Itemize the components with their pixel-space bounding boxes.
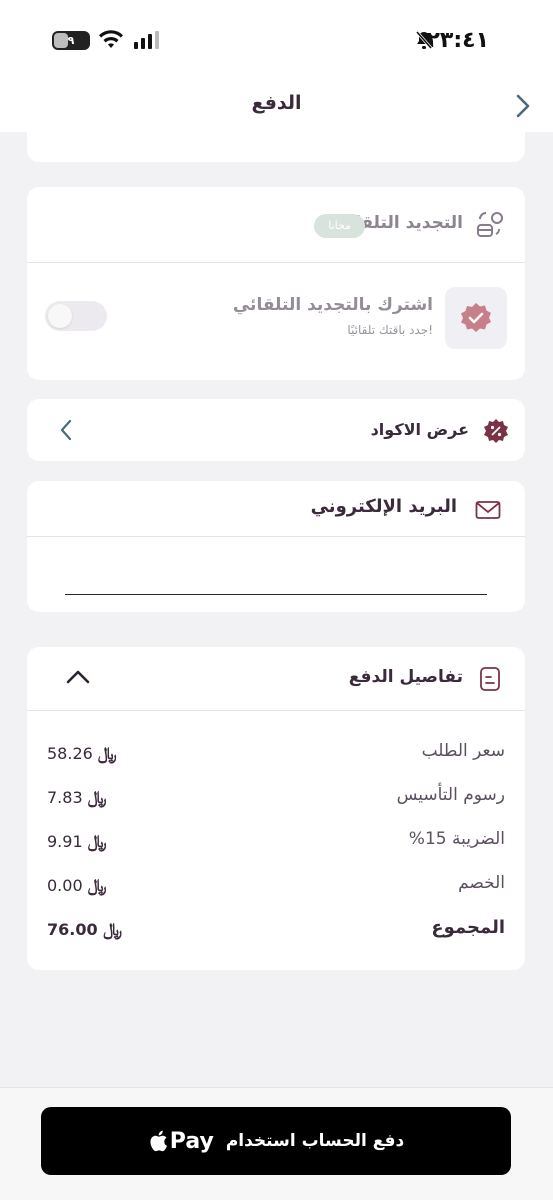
email-title: البريد الإلكتروني — [310, 496, 457, 517]
subscribe-title: اشترك بالتجديد التلقائي — [232, 295, 433, 315]
checkout-bar: Pay دفع الحساب استخدام — [0, 1087, 553, 1200]
subscribe-icon-box — [445, 287, 507, 349]
email-card: البريد الإلكتروني — [27, 481, 525, 612]
row-value: ﷼ 9.91 — [47, 832, 107, 852]
apple-pay-brand-text: Pay — [169, 1128, 214, 1154]
battery-icon: ٩ — [52, 31, 90, 50]
riyal-currency-icon: ﷼ — [97, 744, 117, 764]
auto-renew-card: التجديد التلقائي مجانا اشترك بالتجديد ال… — [27, 187, 525, 380]
checkout-label: دفع الحساب استخدام — [225, 1131, 405, 1151]
chevron-left-icon — [60, 419, 72, 441]
auto-renew-toggle[interactable] — [45, 301, 107, 331]
chevron-up-icon[interactable] — [65, 669, 91, 685]
view-codes-card[interactable]: عرض الاكواد — [27, 399, 525, 461]
apple-pay-button[interactable]: Pay دفع الحساب استخدام — [41, 1107, 511, 1175]
payment-details-card: تفاصيل الدفع سعر الطلب ﷼ 58.26 رسوم التأ… — [27, 647, 525, 970]
receipt-icon — [480, 667, 500, 691]
status-bar: ٢٣:٤١ ٩ — [0, 0, 553, 80]
row-total: المجموع ﷼ 76.00 — [27, 917, 525, 957]
wifi-icon — [99, 30, 123, 48]
row-setup-fee: رسوم التأسيس ﷼ 7.83 — [27, 785, 525, 825]
payment-details-title: تفاصيل الدفع — [348, 667, 463, 687]
email-input[interactable] — [65, 551, 487, 595]
payment-details-header[interactable]: تفاصيل الدفع — [27, 647, 525, 711]
row-label: الخصم — [458, 873, 505, 893]
row-label: رسوم التأسيس — [396, 785, 505, 805]
page-title: الدفع — [251, 92, 302, 114]
row-label: الضريبة 15% — [408, 829, 505, 849]
apple-pay-brand: Pay — [148, 1129, 214, 1154]
riyal-currency-icon: ﷼ — [87, 876, 107, 896]
battery-level: ٩ — [67, 34, 75, 47]
discount-badge-icon — [484, 419, 508, 443]
row-tax: الضريبة 15% ﷼ 9.91 — [27, 829, 525, 869]
envelope-icon — [475, 501, 501, 519]
email-header: البريد الإلكتروني — [27, 481, 525, 537]
subscribe-description: جدد باقتك تلقائيًا! — [347, 323, 433, 337]
verified-badge-icon — [461, 303, 491, 332]
row-order-price: سعر الطلب ﷼ 58.26 — [27, 741, 525, 781]
row-discount: الخصم ﷼ 0.00 — [27, 873, 525, 913]
cellular-signal-icon — [134, 31, 159, 49]
row-value: ﷼ 76.00 — [47, 920, 123, 940]
auto-renew-header: التجديد التلقائي مجانا — [27, 187, 525, 263]
view-codes-label: عرض الاكواد — [370, 420, 469, 439]
row-label: سعر الطلب — [421, 741, 505, 761]
status-time: ٢٣:٤١ — [426, 28, 489, 53]
bell-off-icon — [415, 31, 433, 49]
back-chevron-icon[interactable] — [515, 93, 531, 119]
riyal-currency-icon: ﷼ — [87, 832, 107, 852]
riyal-currency-icon: ﷼ — [103, 920, 123, 940]
row-value: ﷼ 58.26 — [47, 744, 117, 764]
apple-logo-icon — [150, 1130, 167, 1152]
row-value: ﷼ 0.00 — [47, 876, 107, 896]
riyal-currency-icon: ﷼ — [87, 788, 107, 808]
navigation-bar: الدفع — [0, 80, 553, 132]
free-badge: مجانا — [314, 214, 365, 238]
row-value: ﷼ 7.83 — [47, 788, 107, 808]
row-label: المجموع — [431, 917, 505, 938]
toggle-knob — [48, 304, 72, 328]
auto-renew-icon — [477, 212, 503, 237]
